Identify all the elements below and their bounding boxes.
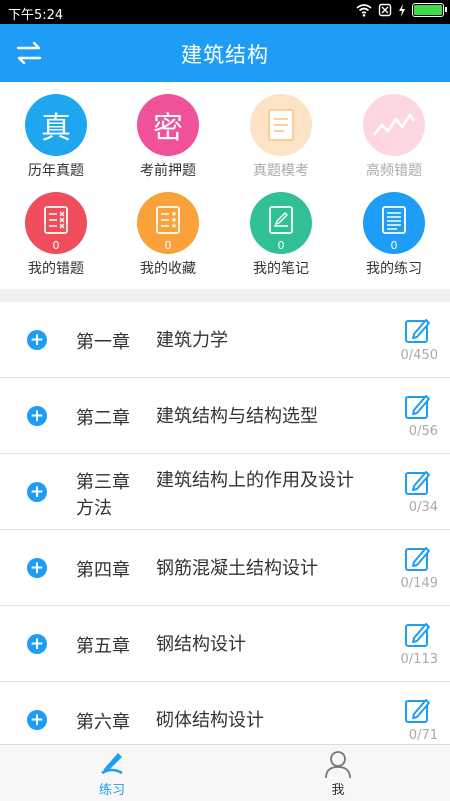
expand-plus-icon[interactable]: + xyxy=(27,710,47,730)
feature-grid: 真 历年真题 密 考前押题 真题模考 高频错题 0 我的错题 ★ ★ ★ 0 我… xyxy=(0,82,450,289)
count-badge: 0 xyxy=(390,239,398,252)
edit-practice-icon[interactable] xyxy=(404,468,432,496)
my-practice-icon: 0 xyxy=(363,192,425,254)
edit-practice-icon[interactable] xyxy=(404,696,432,724)
document-icon xyxy=(268,109,294,141)
status-icons xyxy=(356,3,447,17)
grid-item-label: 高频错题 xyxy=(366,163,422,179)
chapter-row-4[interactable]: + 第四章 钢筋混凝土结构设计 0/149 xyxy=(0,530,450,606)
grid-item-frequent-errors[interactable]: 高频错题 xyxy=(338,94,450,180)
wrong-list-icon xyxy=(44,206,68,234)
chapter-number: 第三章 xyxy=(76,472,130,493)
edit-practice-icon[interactable] xyxy=(404,392,432,420)
expand-plus-icon[interactable]: + xyxy=(27,406,47,426)
practice-pencil-icon xyxy=(101,753,123,775)
nav-practice-label: 练习 xyxy=(98,783,125,798)
page-title: 建筑结构 xyxy=(181,43,269,67)
predicted-questions-icon: 密 xyxy=(137,94,199,156)
bottom-navigation: 练习 我 xyxy=(0,744,450,801)
expand-plus-icon[interactable]: + xyxy=(27,482,47,502)
chapter-number: 第一章 xyxy=(76,332,130,353)
title-bar: 建筑结构 xyxy=(0,24,450,82)
grid-item-my-practice[interactable]: 0 我的练习 xyxy=(338,192,450,278)
charging-icon xyxy=(399,3,405,17)
frequent-errors-icon xyxy=(363,94,425,156)
expand-plus-icon[interactable]: + xyxy=(27,330,47,350)
practice-list-icon xyxy=(382,206,406,234)
chapter-title-continued: 方法 xyxy=(76,498,112,519)
progress-count: 0/71 xyxy=(408,728,438,743)
chapter-title: 建筑结构上的作用及设计 xyxy=(156,470,354,491)
chapter-row-5[interactable]: + 第五章 钢结构设计 0/113 xyxy=(0,606,450,682)
chapter-number: 第二章 xyxy=(76,408,130,429)
chapter-number: 第六章 xyxy=(76,712,130,733)
chapter-title: 建筑力学 xyxy=(156,330,228,351)
note-icon xyxy=(269,206,293,234)
progress-count: 0/450 xyxy=(400,348,438,363)
edit-practice-icon[interactable] xyxy=(404,620,432,648)
nav-me-label: 我 xyxy=(331,783,345,798)
grid-item-label: 历年真题 xyxy=(28,163,84,179)
chapter-number: 第四章 xyxy=(76,560,130,581)
chapter-number: 第五章 xyxy=(76,636,130,657)
chapter-title: 钢结构设计 xyxy=(156,634,246,655)
chapter-row-2[interactable]: + 第二章 建筑结构与结构选型 0/56 xyxy=(0,378,450,454)
my-wrong-icon: 0 xyxy=(25,192,87,254)
progress-count: 0/56 xyxy=(408,424,438,439)
battery-icon xyxy=(412,3,447,17)
grid-item-label: 我的笔记 xyxy=(253,261,309,277)
edit-practice-icon[interactable] xyxy=(404,544,432,572)
svg-text:★: ★ xyxy=(171,222,177,230)
past-exams-icon: 真 xyxy=(25,94,87,156)
status-time: 下午5:24 xyxy=(8,8,64,23)
chapter-row-1[interactable]: + 第一章 建筑力学 0/450 xyxy=(0,302,450,378)
grid-item-label: 考前押题 xyxy=(140,163,196,179)
my-notes-icon: 0 xyxy=(250,192,312,254)
chapter-title: 砌体结构设计 xyxy=(156,710,264,731)
star-list-icon: ★ ★ ★ xyxy=(156,206,180,234)
grid-item-past-exams[interactable]: 真 历年真题 xyxy=(0,94,112,180)
nav-me[interactable]: 我 xyxy=(298,745,378,801)
expand-plus-icon[interactable]: + xyxy=(27,558,47,578)
progress-count: 0/149 xyxy=(400,576,438,591)
status-bar: 下午5:24 xyxy=(0,0,450,24)
trend-line-icon xyxy=(373,113,416,136)
mock-exam-icon xyxy=(250,94,312,156)
count-badge: 0 xyxy=(277,239,285,252)
grid-item-my-favorites[interactable]: ★ ★ ★ 0 我的收藏 xyxy=(112,192,224,278)
progress-count: 0/113 xyxy=(400,652,438,667)
count-badge: 0 xyxy=(52,239,60,252)
no-sim-icon xyxy=(378,3,392,17)
past-exams-glyph: 真 xyxy=(41,111,71,146)
wifi-icon xyxy=(356,4,372,17)
expand-plus-icon[interactable]: + xyxy=(27,634,47,654)
chapter-list: + 第一章 建筑力学 0/450 + 第二章 建筑结构与结构选型 0/56 + … xyxy=(0,302,450,758)
edit-practice-icon[interactable] xyxy=(404,316,432,344)
grid-item-my-wrong[interactable]: 0 我的错题 xyxy=(0,192,112,278)
grid-item-label: 真题模考 xyxy=(253,163,309,179)
chapter-row-3[interactable]: + 第三章 建筑结构上的作用及设计 方法 0/34 xyxy=(0,454,450,530)
user-profile-icon xyxy=(325,751,351,779)
chapter-title: 建筑结构与结构选型 xyxy=(156,406,318,427)
count-badge: 0 xyxy=(164,239,172,252)
my-favorites-icon: ★ ★ ★ 0 xyxy=(137,192,199,254)
grid-item-label: 我的练习 xyxy=(366,261,422,277)
grid-item-label: 我的错题 xyxy=(28,261,84,277)
grid-item-mock-exam[interactable]: 真题模考 xyxy=(225,94,337,180)
grid-item-label: 我的收藏 xyxy=(140,261,196,277)
progress-count: 0/34 xyxy=(408,500,438,515)
nav-practice[interactable]: 练习 xyxy=(72,745,152,801)
grid-item-predicted[interactable]: 密 考前押题 xyxy=(112,94,224,180)
predicted-glyph: 密 xyxy=(153,111,183,146)
chapter-title: 钢筋混凝土结构设计 xyxy=(156,558,318,579)
grid-item-my-notes[interactable]: 0 我的笔记 xyxy=(225,192,337,278)
